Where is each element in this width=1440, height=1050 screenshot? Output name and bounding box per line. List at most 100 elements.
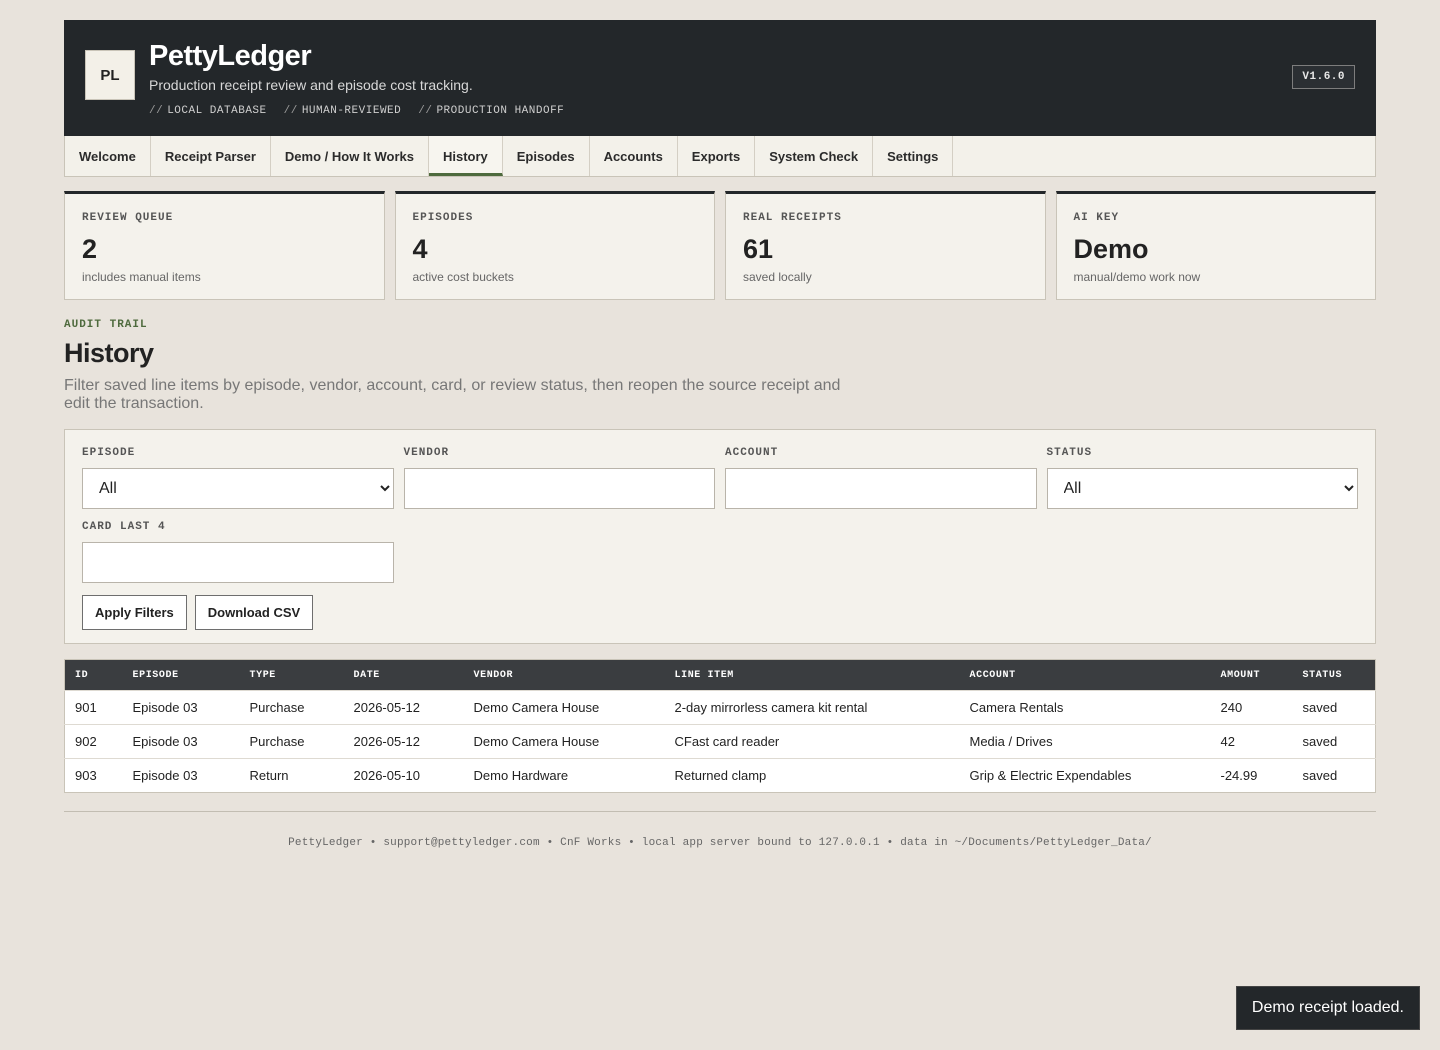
cell-id: 901 <box>64 690 123 725</box>
field-label: ACCOUNT <box>725 447 779 459</box>
apply-filters-button[interactable]: Apply Filters <box>82 595 187 630</box>
stat-value: 2 <box>82 234 98 264</box>
page-description: Filter saved line items by episode, vend… <box>64 377 841 412</box>
app-container: PL PettyLedger Production receipt review… <box>64 20 1376 849</box>
cell-date: 2026-05-10 <box>343 758 464 793</box>
field-label: CARD LAST 4 <box>82 521 166 533</box>
tab-welcome[interactable]: Welcome <box>65 136 151 176</box>
filter-panel: EPISODE All VENDOR ACCOUNT STATUS All CA… <box>64 429 1376 644</box>
cell-episode: Episode 03 <box>122 724 240 759</box>
cell-line-item: CFast card reader <box>664 724 960 759</box>
cell-type: Purchase <box>239 690 344 725</box>
cell-account: Grip & Electric Expendables <box>959 758 1211 793</box>
cell-line-item: 2-day mirrorless camera kit rental <box>664 690 960 725</box>
tab-exports[interactable]: Exports <box>678 136 756 176</box>
column-header[interactable]: STATUS <box>1292 659 1376 691</box>
field-label: EPISODE <box>82 447 136 459</box>
tab-system-check[interactable]: System Check <box>755 136 874 176</box>
download-csv-button[interactable]: Download CSV <box>194 595 314 630</box>
cell-status: saved <box>1292 758 1376 793</box>
table-row[interactable]: 901 Episode 03 Purchase 2026-05-12 Demo … <box>64 690 1376 725</box>
cell-episode: Episode 03 <box>122 690 240 725</box>
vendor-filter: VENDOR <box>403 447 715 509</box>
tab-settings[interactable]: Settings <box>873 136 954 176</box>
tab-history[interactable]: History <box>428 136 503 176</box>
episode-filter: EPISODE All <box>82 447 394 509</box>
cell-date: 2026-05-12 <box>343 724 464 759</box>
header-tag: //LOCAL DATABASE <box>149 105 267 117</box>
column-header[interactable]: TYPE <box>239 659 344 691</box>
cell-id: 902 <box>64 724 123 759</box>
app-header: PL PettyLedger Production receipt review… <box>64 20 1376 136</box>
tab-demo-how-it-works[interactable]: Demo / How It Works <box>271 136 429 176</box>
stat-note: saved locally <box>743 270 812 284</box>
stat-value: 61 <box>743 234 774 264</box>
column-header[interactable]: ID <box>64 659 123 691</box>
cell-amount: 42 <box>1210 724 1293 759</box>
table-header-row: ID EPISODE TYPE DATE VENDOR LINE ITEM AC… <box>64 659 1376 691</box>
table-row[interactable]: 903 Episode 03 Return 2026-05-10 Demo Ha… <box>64 758 1376 793</box>
stat-value: 4 <box>412 234 428 264</box>
cell-vendor: Demo Camera House <box>463 690 665 725</box>
field-label: STATUS <box>1046 447 1093 459</box>
cell-type: Purchase <box>239 724 344 759</box>
section-eyebrow: AUDIT TRAIL <box>64 319 148 331</box>
column-header[interactable]: LINE ITEM <box>664 659 960 691</box>
stat-card-real-receipts: REAL RECEIPTS 61 saved locally <box>725 191 1046 300</box>
tab-accounts[interactable]: Accounts <box>590 136 678 176</box>
main-nav: Welcome Receipt Parser Demo / How It Wor… <box>64 136 1376 177</box>
stat-label: REAL RECEIPTS <box>743 212 842 224</box>
app-subtitle: Production receipt review and episode co… <box>149 77 473 93</box>
brand-block: PettyLedger Production receipt review an… <box>149 39 564 117</box>
tab-episodes[interactable]: Episodes <box>503 136 590 176</box>
header-tag: //PRODUCTION HANDOFF <box>418 105 565 117</box>
cell-episode: Episode 03 <box>122 758 240 793</box>
tab-receipt-parser[interactable]: Receipt Parser <box>151 136 271 176</box>
stat-note: active cost buckets <box>412 270 514 284</box>
stat-card-ai-key: AI KEY Demo manual/demo work now <box>1055 191 1376 300</box>
cell-status: saved <box>1292 690 1376 725</box>
stat-note: includes manual items <box>82 270 201 284</box>
cell-type: Return <box>239 758 344 793</box>
stat-label: AI KEY <box>1073 212 1120 224</box>
stat-note: manual/demo work now <box>1073 270 1201 284</box>
cell-vendor: Demo Camera House <box>463 724 665 759</box>
cell-account: Camera Rentals <box>959 690 1211 725</box>
episode-select[interactable]: All <box>82 468 394 509</box>
table-row[interactable]: 902 Episode 03 Purchase 2026-05-12 Demo … <box>64 724 1376 759</box>
cell-id: 903 <box>64 758 123 793</box>
column-header[interactable]: AMOUNT <box>1210 659 1293 691</box>
cell-status: saved <box>1292 724 1376 759</box>
page-title: History <box>64 338 154 368</box>
footer-divider <box>64 811 1376 812</box>
column-header[interactable]: VENDOR <box>463 659 665 691</box>
cell-account: Media / Drives <box>959 724 1211 759</box>
status-select[interactable]: All <box>1046 468 1358 509</box>
app-footer: PettyLedger • support@pettyledger.com • … <box>288 837 1152 849</box>
card-last4-input[interactable] <box>82 542 394 583</box>
cell-vendor: Demo Hardware <box>463 758 665 793</box>
account-input[interactable] <box>725 468 1037 509</box>
app-logo: PL <box>85 50 135 100</box>
column-header[interactable]: DATE <box>343 659 464 691</box>
stat-card-episodes: EPISODES 4 active cost buckets <box>394 191 715 300</box>
vendor-input[interactable] <box>403 468 715 509</box>
app-title: PettyLedger <box>149 40 312 72</box>
stat-label: EPISODES <box>412 212 474 224</box>
column-header[interactable]: ACCOUNT <box>959 659 1211 691</box>
header-tags: //LOCAL DATABASE //HUMAN-REVIEWED //PROD… <box>149 105 564 117</box>
stat-label: REVIEW QUEUE <box>82 212 174 224</box>
stat-value: Demo <box>1073 234 1149 264</box>
version-badge: V1.6.0 <box>1292 65 1355 89</box>
field-label: VENDOR <box>403 447 450 459</box>
status-filter: STATUS All <box>1046 447 1358 509</box>
cell-amount: -24.99 <box>1210 758 1293 793</box>
card-filter: CARD LAST 4 <box>82 521 394 583</box>
cell-date: 2026-05-12 <box>343 690 464 725</box>
cell-line-item: Returned clamp <box>664 758 960 793</box>
toast-notification: Demo receipt loaded. <box>1235 986 1420 1030</box>
header-tag: //HUMAN-REVIEWED <box>283 105 402 117</box>
cell-amount: 240 <box>1210 690 1293 725</box>
column-header[interactable]: EPISODE <box>122 659 240 691</box>
stat-cards: REVIEW QUEUE 2 includes manual items EPI… <box>64 191 1376 300</box>
